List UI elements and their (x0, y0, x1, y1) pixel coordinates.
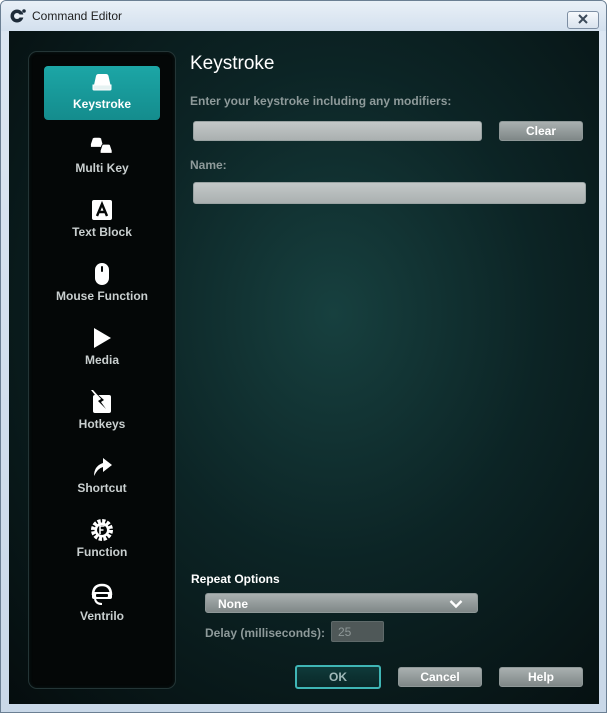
sidebar-item-ventrilo[interactable]: Ventrilo (44, 578, 160, 632)
chevron-down-icon (449, 598, 463, 612)
sidebar-item-function[interactable]: Function (44, 514, 160, 568)
title-bar[interactable]: Command Editor (1, 1, 606, 31)
logitech-logo-icon (9, 7, 27, 25)
cancel-button[interactable]: Cancel (398, 667, 482, 687)
keystroke-label: Enter your keystroke including any modif… (190, 94, 452, 108)
delay-input[interactable]: 25 (331, 621, 384, 642)
function-gear-icon (90, 518, 114, 542)
sidebar-item-text-block[interactable]: Text Block (44, 194, 160, 248)
sidebar-item-label: Shortcut (77, 481, 127, 495)
repeat-options-title: Repeat Options (191, 572, 280, 586)
editor-panel: Keystroke Multi Key Text Block Mouse Fun… (9, 31, 599, 704)
sidebar-item-keystroke[interactable]: Keystroke (44, 66, 160, 120)
play-icon (90, 326, 114, 350)
sidebar-item-multi-key[interactable]: Multi Key (44, 130, 160, 184)
ok-button[interactable]: OK (295, 665, 381, 689)
keystroke-key-icon (90, 70, 114, 94)
name-input[interactable] (193, 182, 586, 204)
sidebar-item-label: Function (76, 545, 128, 559)
delay-label: Delay (milliseconds): (205, 626, 326, 640)
command-editor-window: Command Editor Keystroke Multi Key Text … (0, 0, 607, 713)
sidebar-item-media[interactable]: Media (44, 322, 160, 376)
ventrilo-headset-icon (90, 582, 114, 606)
sidebar-item-hotkeys[interactable]: Hotkeys (44, 386, 160, 440)
sidebar-item-label: Media (84, 353, 119, 367)
close-icon (577, 11, 589, 29)
close-button[interactable] (567, 11, 599, 29)
help-button[interactable]: Help (499, 667, 583, 687)
sidebar-item-label: Keystroke (72, 97, 132, 111)
sidebar-item-label: Mouse Function (56, 289, 148, 303)
multi-key-icon (90, 134, 114, 158)
sidebar-item-label: Multi Key (75, 161, 129, 175)
sidebar-item-label: Text Block (72, 225, 132, 239)
hotkeys-icon (90, 390, 114, 414)
text-block-icon (90, 198, 114, 222)
page-title: Keystroke (190, 53, 275, 74)
repeat-options-dropdown[interactable]: None (205, 593, 478, 613)
shortcut-arrow-icon (90, 454, 114, 478)
sidebar-item-label: Hotkeys (78, 417, 126, 431)
keystroke-input[interactable] (193, 121, 482, 141)
window-title: Command Editor (32, 9, 123, 23)
sidebar-item-shortcut[interactable]: Shortcut (44, 450, 160, 504)
mouse-icon (90, 262, 114, 286)
command-type-sidebar: Keystroke Multi Key Text Block Mouse Fun… (28, 51, 176, 689)
clear-button[interactable]: Clear (499, 121, 583, 141)
sidebar-item-label: Ventrilo (79, 609, 124, 623)
name-label: Name: (190, 158, 227, 172)
repeat-selected-value: None (218, 597, 248, 611)
sidebar-item-mouse-function[interactable]: Mouse Function (44, 258, 160, 312)
